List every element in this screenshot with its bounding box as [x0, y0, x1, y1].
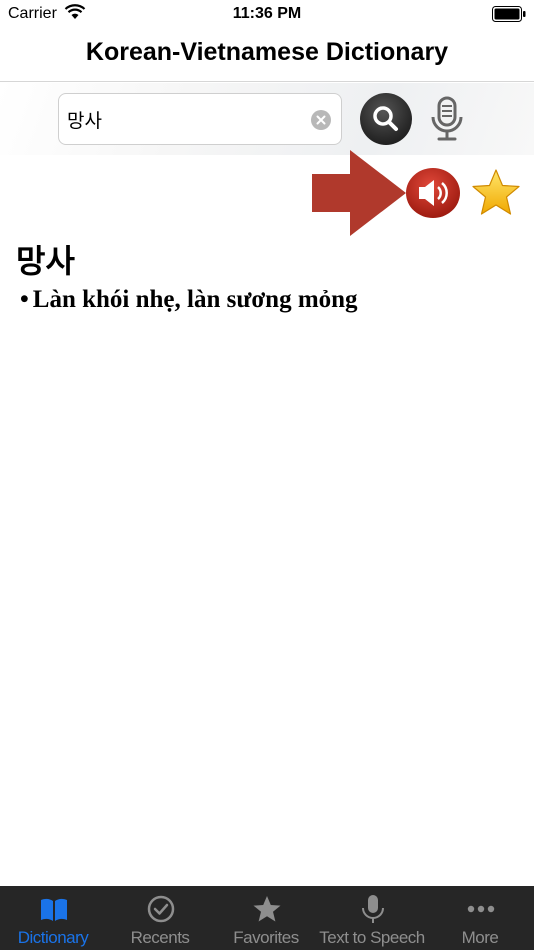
page-title: Korean-Vietnamese Dictionary — [85, 38, 449, 66]
search-input[interactable] — [67, 102, 303, 136]
tab-favorites[interactable]: Favorites — [213, 886, 319, 950]
entry-definition: • Làn khói nhẹ, làn sương mỏng — [20, 286, 358, 314]
star-icon — [253, 896, 281, 922]
tab-bar: Dictionary Recents Favorites Text to Spe… — [0, 886, 534, 950]
tab-label: Recents — [130, 928, 190, 947]
microphone-icon — [362, 895, 384, 923]
clear-search-button[interactable] — [311, 110, 331, 130]
search-area — [0, 83, 534, 155]
tab-recents[interactable]: Recents — [107, 886, 213, 950]
definition-bullet: • — [20, 286, 29, 313]
more-dots-icon — [467, 905, 495, 913]
tab-label: Favorites — [233, 928, 299, 947]
speaker-button[interactable] — [405, 167, 461, 219]
close-icon — [316, 115, 326, 125]
tab-text-to-speech[interactable]: Text to Speech — [319, 886, 425, 950]
definition-text: Làn khói nhẹ, làn sương mỏng — [32, 286, 358, 313]
navigation-bar: Korean-Vietnamese Dictionary — [0, 28, 534, 82]
search-button[interactable] — [360, 93, 412, 145]
battery-icon — [492, 6, 526, 22]
status-time: 11:36 PM — [232, 5, 302, 22]
microphone-icon[interactable] — [428, 95, 466, 143]
tab-label: Text to Speech — [319, 928, 425, 947]
arrow-pointer-icon — [312, 150, 406, 236]
tab-more[interactable]: More — [427, 886, 533, 950]
book-icon — [41, 898, 67, 921]
favorite-star-button[interactable] — [470, 168, 522, 218]
search-icon — [373, 106, 398, 131]
clock-check-icon — [147, 895, 175, 923]
tab-label: Dictionary — [17, 928, 89, 947]
tab-dictionary[interactable]: Dictionary — [0, 886, 106, 950]
entry-headword: 망사 — [16, 242, 75, 280]
status-bar: Carrier 11:36 PM — [0, 0, 534, 28]
tab-label: More — [461, 928, 499, 947]
search-box — [58, 93, 342, 145]
